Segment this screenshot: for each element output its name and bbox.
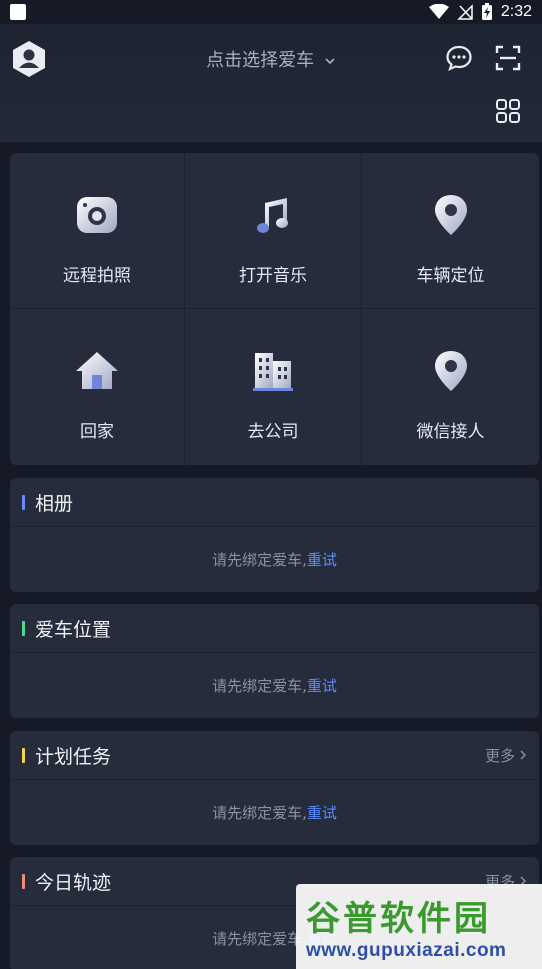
- section-title: 相册: [35, 492, 74, 515]
- chevron-down-icon: [325, 58, 335, 65]
- shortcut-go-home[interactable]: 回家: [10, 309, 185, 465]
- section-accent-bar: [22, 620, 25, 636]
- watermark: 谷普软件园 www.gupuxiazai.com: [296, 884, 542, 969]
- section-accent-bar: [22, 873, 25, 889]
- top-header: 点击选择爱车: [0, 24, 542, 142]
- retry-link[interactable]: 重试: [307, 675, 337, 696]
- status-time: 2:32: [500, 3, 532, 20]
- shortcut-label: 微信接人: [416, 422, 485, 442]
- scan-icon: [495, 45, 521, 71]
- section-empty-message: 请先绑定爱车,重试: [10, 653, 539, 717]
- building-icon: [249, 347, 297, 395]
- shortcut-go-office[interactable]: 去公司: [185, 309, 362, 465]
- shortcut-label: 打开音乐: [239, 266, 307, 286]
- car-select-label: 点击选择爱车: [206, 50, 315, 71]
- shortcut-wechat-pickup[interactable]: 微信接人: [362, 309, 539, 465]
- bind-car-prompt: 请先绑定爱车,: [212, 550, 307, 569]
- no-signal-icon: [457, 4, 473, 20]
- shortcut-remote-photo[interactable]: 远程拍照: [10, 153, 185, 309]
- section-header: 相册: [10, 478, 539, 527]
- chevron-right-icon: [520, 750, 527, 760]
- shortcut-label: 回家: [80, 422, 114, 442]
- retry-link[interactable]: 重试: [307, 802, 337, 823]
- battery-charging-icon: [481, 3, 492, 20]
- section-accent-bar: [22, 747, 25, 763]
- section-album: 相册 请先绑定爱车, 重试: [10, 478, 539, 592]
- section-title: 计划任务: [35, 745, 112, 768]
- section-title: 爱车位置: [35, 618, 112, 641]
- shortcut-label: 车辆定位: [416, 266, 485, 286]
- location-pin-icon: [427, 347, 475, 395]
- message-button[interactable]: [444, 43, 474, 73]
- apps-menu-button[interactable]: [493, 96, 523, 126]
- music-icon: [249, 191, 297, 239]
- watermark-url: www.gupuxiazai.com: [306, 940, 507, 961]
- notification-icon: [10, 4, 26, 20]
- shortcut-label: 远程拍照: [63, 266, 131, 286]
- section-scheduled-tasks: 计划任务 更多 请先绑定爱车, 重试: [10, 731, 539, 845]
- shortcut-label: 去公司: [247, 422, 299, 442]
- location-pin-icon: [427, 191, 475, 239]
- message-icon: [446, 45, 472, 72]
- section-header: 爱车位置: [10, 604, 539, 653]
- bind-car-prompt: 请先绑定爱车,: [212, 929, 307, 948]
- shortcut-vehicle-location[interactable]: 车辆定位: [362, 153, 539, 309]
- section-empty-message: 请先绑定爱车,重试: [10, 780, 539, 844]
- section-car-location: 爱车位置 请先绑定爱车, 重试: [10, 604, 539, 718]
- apps-grid-icon: [496, 99, 520, 123]
- shortcut-grid: 远程拍照 打开音乐 车辆定位 回家 去公司 微信接人: [10, 153, 539, 465]
- more-link[interactable]: 更多: [485, 745, 527, 766]
- wifi-icon: [428, 4, 449, 19]
- section-header: 计划任务 更多: [10, 731, 539, 780]
- bind-car-prompt: 请先绑定爱车,: [212, 803, 307, 822]
- watermark-brand: 谷普软件园: [306, 899, 491, 939]
- section-title: 今日轨迹: [35, 871, 112, 894]
- retry-link[interactable]: 重试: [307, 549, 337, 570]
- section-empty-message: 请先绑定爱车,重试: [10, 527, 539, 591]
- status-bar: 2:32: [0, 0, 542, 24]
- more-label: 更多: [484, 746, 515, 765]
- home-icon: [73, 347, 121, 395]
- section-accent-bar: [22, 494, 25, 510]
- scan-button[interactable]: [493, 43, 523, 73]
- shortcut-open-music[interactable]: 打开音乐: [185, 153, 362, 309]
- camera-icon: [73, 191, 121, 239]
- bind-car-prompt: 请先绑定爱车,: [212, 676, 307, 695]
